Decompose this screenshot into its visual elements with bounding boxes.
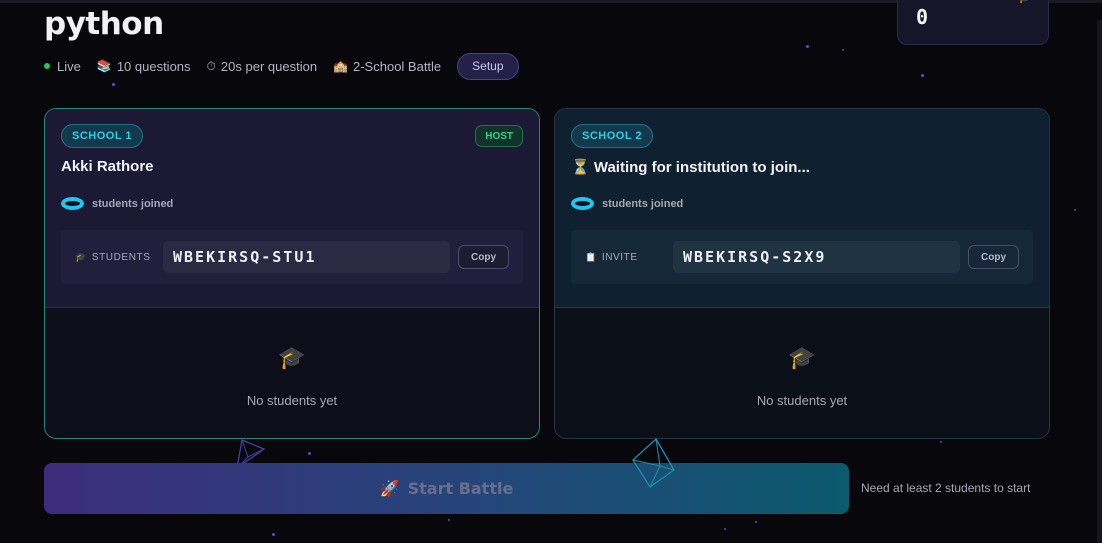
graduation-cap-icon: 🎓 (788, 345, 816, 370)
school-name: ⏳ Waiting for institution to join... (571, 159, 810, 176)
books-icon: 📚 (96, 59, 112, 73)
score-value: 0 (916, 5, 929, 29)
live-status: Live (44, 59, 81, 74)
wireframe-shape-decoration (632, 437, 675, 488)
question-count: 📚 10 questions (97, 59, 191, 74)
graduation-cap-icon: 🎓 (75, 251, 87, 262)
background-star (272, 533, 275, 536)
background-star (724, 528, 726, 530)
student-count-ring-icon (571, 197, 594, 210)
host-badge: HOST (475, 125, 523, 147)
students-joined-label: students joined (92, 197, 174, 210)
student-code[interactable]: WBEKIRSQ-STU1 (163, 241, 450, 273)
school-card-header: SCHOOL 2 ⏳ Waiting for institution to jo… (555, 109, 1049, 308)
score-panel: 0 🎓 (897, 0, 1049, 45)
invite-code[interactable]: WBEKIRSQ-S2X9 (673, 241, 960, 273)
time-label: 20s per question (220, 58, 318, 74)
copy-button[interactable]: Copy (458, 245, 509, 269)
background-star (806, 45, 809, 48)
clipboard-icon: 📋 (585, 251, 597, 262)
invite-code-row: 📋 INVITE WBEKIRSQ-S2X9 Copy (571, 230, 1033, 284)
rocket-icon: 🚀 (379, 479, 400, 498)
empty-students-text: No students yet (246, 393, 338, 408)
school-icon: 🏫 (333, 59, 348, 73)
school-card-header: SCHOOL 1 HOST Akki Rathore students join… (45, 109, 539, 308)
battle-meta: Live 📚 10 questions ⏱ 20s per question 🏫… (44, 52, 519, 80)
students-joined: students joined (571, 197, 683, 210)
copy-button[interactable]: Copy (968, 245, 1019, 269)
code-label: 📋 INVITE (571, 252, 673, 263)
background-star (1074, 209, 1076, 211)
background-star (921, 74, 924, 77)
background-star (448, 519, 450, 521)
graduation-cap-icon: 🎓 (278, 345, 306, 370)
code-label-text: STUDENTS (91, 251, 151, 263)
code-label-text: INVITE (601, 251, 638, 263)
question-count-label: 10 questions (116, 58, 191, 74)
background-star (755, 521, 757, 523)
scrollbar[interactable] (1097, 20, 1102, 543)
background-star (112, 83, 115, 86)
stopwatch-icon: ⏱ (206, 58, 216, 73)
students-joined: students joined (61, 197, 173, 210)
school-badge: SCHOOL 1 (61, 124, 144, 148)
code-label: 🎓 STUDENTS (61, 252, 163, 263)
background-star (842, 49, 844, 51)
start-battle-button[interactable]: 🚀 Start Battle (44, 463, 849, 514)
page-title: python (44, 6, 164, 42)
student-count-ring-icon (61, 197, 84, 210)
school-badge: SCHOOL 2 (571, 124, 654, 148)
setup-button[interactable]: Setup (457, 52, 519, 80)
battle-mode: 🏫 2-School Battle (333, 59, 441, 74)
students-joined-label: students joined (602, 197, 684, 210)
live-label: Live (57, 58, 81, 74)
empty-students-text: No students yet (756, 393, 848, 408)
live-dot-icon (44, 63, 50, 69)
start-battle-label: Start Battle (407, 479, 514, 498)
school-name: Akki Rathore (61, 158, 154, 175)
school-card-1: SCHOOL 1 HOST Akki Rathore students join… (44, 108, 540, 439)
background-star (940, 441, 942, 443)
mode-label: 2-School Battle (353, 58, 442, 74)
school-card-2: SCHOOL 2 ⏳ Waiting for institution to jo… (554, 108, 1050, 439)
student-code-row: 🎓 STUDENTS WBEKIRSQ-STU1 Copy (61, 230, 523, 284)
graduation-cap-icon: 🎓 (1018, 0, 1032, 4)
start-hint: Need at least 2 students to start (861, 481, 1031, 495)
background-star (308, 452, 311, 455)
time-per-question: ⏱ 20s per question (207, 59, 318, 74)
